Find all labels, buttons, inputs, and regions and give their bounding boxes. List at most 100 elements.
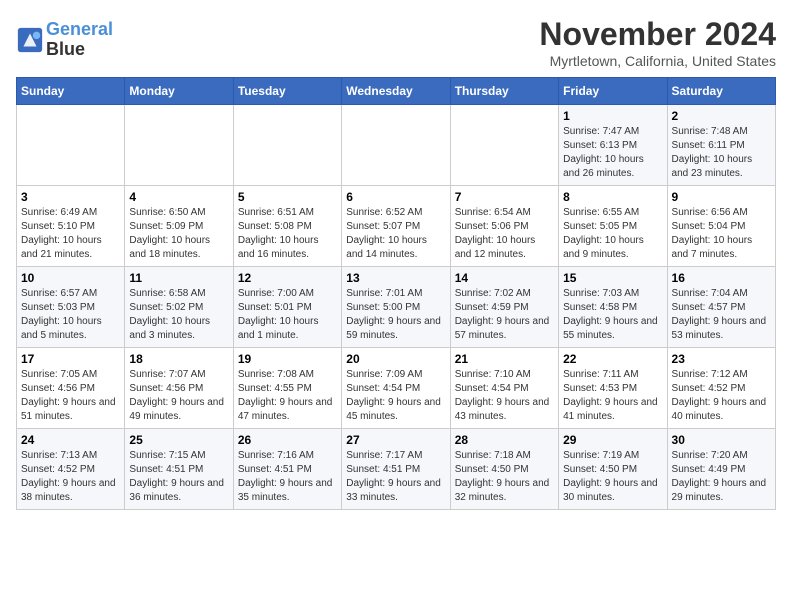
calendar-day-cell: 8Sunrise: 6:55 AM Sunset: 5:05 PM Daylig… xyxy=(559,186,667,267)
calendar-day-cell: 28 Sunrise: 7:18 AM Sunset: 4:50 PM Dayli… xyxy=(450,429,558,510)
day-number: 2 xyxy=(672,109,771,123)
day-info: Sunrise: 7:19 AM Sunset: 4:50 PM Dayligh… xyxy=(563,449,662,505)
day-info: Sunrise: 7:12 AM Sunset: 4:52 PM Dayligh… xyxy=(672,368,771,424)
calendar-day-cell: 24 Sunrise: 7:13 AM Sunset: 4:52 PM Dayli… xyxy=(17,429,125,510)
calendar-week-row: 1Sunrise: 7:47 AM Sunset: 6:13 PM Daylig… xyxy=(17,105,776,186)
calendar-week-row: 17Sunrise: 7:05 AM Sunset: 4:56 PM Dayli… xyxy=(17,348,776,429)
day-info: Sunrise: 6:54 AM Sunset: 5:06 PM Dayligh… xyxy=(455,206,554,262)
day-info: Sunrise: 7:10 AM Sunset: 4:54 PM Dayligh… xyxy=(455,368,554,424)
calendar-day-cell: 27 Sunrise: 7:17 AM Sunset: 4:51 PM Dayli… xyxy=(342,429,450,510)
calendar-body: 1Sunrise: 7:47 AM Sunset: 6:13 PM Daylig… xyxy=(17,105,776,510)
calendar-day-cell: 14 Sunrise: 7:02 AM Sunset: 4:59 PM Dayli… xyxy=(450,267,558,348)
day-info: Sunrise: 6:55 AM Sunset: 5:05 PM Dayligh… xyxy=(563,206,662,262)
day-info: Sunrise: 7:09 AM Sunset: 4:54 PM Dayligh… xyxy=(346,368,445,424)
calendar-day-cell: 29 Sunrise: 7:19 AM Sunset: 4:50 PM Dayli… xyxy=(559,429,667,510)
day-info: Sunrise: 7:01 AM Sunset: 5:00 PM Dayligh… xyxy=(346,287,445,343)
day-number: 14 xyxy=(455,271,554,285)
calendar-day-cell: 19Sunrise: 7:08 AM Sunset: 4:55 PM Dayli… xyxy=(233,348,341,429)
calendar-day-cell: 18 Sunrise: 7:07 AM Sunset: 4:56 PM Dayli… xyxy=(125,348,233,429)
calendar-day-cell: 23Sunrise: 7:12 AM Sunset: 4:52 PM Dayli… xyxy=(667,348,775,429)
calendar-day-cell: 21 Sunrise: 7:10 AM Sunset: 4:54 PM Dayli… xyxy=(450,348,558,429)
day-number: 28 xyxy=(455,433,554,447)
day-info: Sunrise: 7:15 AM Sunset: 4:51 PM Dayligh… xyxy=(129,449,228,505)
day-of-week-header: Thursday xyxy=(450,78,558,105)
calendar-day-cell: 12 Sunrise: 7:00 AM Sunset: 5:01 PM Dayli… xyxy=(233,267,341,348)
day-number: 12 xyxy=(238,271,337,285)
calendar-day-cell xyxy=(125,105,233,186)
day-number: 20 xyxy=(346,352,445,366)
day-number: 17 xyxy=(21,352,120,366)
day-info: Sunrise: 7:07 AM Sunset: 4:56 PM Dayligh… xyxy=(129,368,228,424)
day-number: 6 xyxy=(346,190,445,204)
day-number: 9 xyxy=(672,190,771,204)
logo-icon xyxy=(16,26,44,54)
day-number: 1 xyxy=(563,109,662,123)
calendar-day-cell: 13Sunrise: 7:01 AM Sunset: 5:00 PM Dayli… xyxy=(342,267,450,348)
day-info: Sunrise: 6:52 AM Sunset: 5:07 PM Dayligh… xyxy=(346,206,445,262)
calendar-day-cell: 9 Sunrise: 6:56 AM Sunset: 5:04 PM Daylig… xyxy=(667,186,775,267)
calendar-day-cell: 16 Sunrise: 7:04 AM Sunset: 4:57 PM Dayli… xyxy=(667,267,775,348)
calendar-day-cell: 6 Sunrise: 6:52 AM Sunset: 5:07 PM Daylig… xyxy=(342,186,450,267)
calendar-header-row: SundayMondayTuesdayWednesdayThursdayFrid… xyxy=(17,78,776,105)
day-number: 18 xyxy=(129,352,228,366)
calendar-day-cell: 4 Sunrise: 6:50 AM Sunset: 5:09 PM Daylig… xyxy=(125,186,233,267)
day-info: Sunrise: 6:51 AM Sunset: 5:08 PM Dayligh… xyxy=(238,206,337,262)
day-info: Sunrise: 7:16 AM Sunset: 4:51 PM Dayligh… xyxy=(238,449,337,505)
day-number: 5 xyxy=(238,190,337,204)
day-info: Sunrise: 6:56 AM Sunset: 5:04 PM Dayligh… xyxy=(672,206,771,262)
day-number: 25 xyxy=(129,433,228,447)
calendar-day-cell: 5 Sunrise: 6:51 AM Sunset: 5:08 PM Daylig… xyxy=(233,186,341,267)
calendar-day-cell: 10Sunrise: 6:57 AM Sunset: 5:03 PM Dayli… xyxy=(17,267,125,348)
location: Myrtletown, California, United States xyxy=(539,53,776,69)
calendar-week-row: 24 Sunrise: 7:13 AM Sunset: 4:52 PM Dayli… xyxy=(17,429,776,510)
calendar-day-cell xyxy=(233,105,341,186)
calendar-day-cell: 17Sunrise: 7:05 AM Sunset: 4:56 PM Dayli… xyxy=(17,348,125,429)
day-number: 16 xyxy=(672,271,771,285)
day-of-week-header: Sunday xyxy=(17,78,125,105)
page-header: GeneralBlue November 2024 Myrtletown, Ca… xyxy=(16,16,776,69)
day-info: Sunrise: 7:17 AM Sunset: 4:51 PM Dayligh… xyxy=(346,449,445,505)
calendar-day-cell: 30Sunrise: 7:20 AM Sunset: 4:49 PM Dayli… xyxy=(667,429,775,510)
calendar-day-cell: 26 Sunrise: 7:16 AM Sunset: 4:51 PM Dayli… xyxy=(233,429,341,510)
day-number: 24 xyxy=(21,433,120,447)
day-info: Sunrise: 6:49 AM Sunset: 5:10 PM Dayligh… xyxy=(21,206,120,262)
day-of-week-header: Tuesday xyxy=(233,78,341,105)
calendar-day-cell xyxy=(17,105,125,186)
calendar-day-cell: 11 Sunrise: 6:58 AM Sunset: 5:02 PM Dayli… xyxy=(125,267,233,348)
calendar-week-row: 10Sunrise: 6:57 AM Sunset: 5:03 PM Dayli… xyxy=(17,267,776,348)
calendar-day-cell: 15 Sunrise: 7:03 AM Sunset: 4:58 PM Dayli… xyxy=(559,267,667,348)
calendar-day-cell: 22 Sunrise: 7:11 AM Sunset: 4:53 PM Dayli… xyxy=(559,348,667,429)
calendar-day-cell: 25 Sunrise: 7:15 AM Sunset: 4:51 PM Dayli… xyxy=(125,429,233,510)
day-number: 15 xyxy=(563,271,662,285)
calendar-week-row: 3Sunrise: 6:49 AM Sunset: 5:10 PM Daylig… xyxy=(17,186,776,267)
day-number: 10 xyxy=(21,271,120,285)
logo-text: GeneralBlue xyxy=(46,20,113,60)
day-number: 26 xyxy=(238,433,337,447)
day-number: 27 xyxy=(346,433,445,447)
day-number: 30 xyxy=(672,433,771,447)
day-info: Sunrise: 7:04 AM Sunset: 4:57 PM Dayligh… xyxy=(672,287,771,343)
calendar-day-cell: 7 Sunrise: 6:54 AM Sunset: 5:06 PM Daylig… xyxy=(450,186,558,267)
day-number: 7 xyxy=(455,190,554,204)
calendar-table: SundayMondayTuesdayWednesdayThursdayFrid… xyxy=(16,77,776,510)
day-info: Sunrise: 7:00 AM Sunset: 5:01 PM Dayligh… xyxy=(238,287,337,343)
calendar-day-cell: 2Sunrise: 7:48 AM Sunset: 6:11 PM Daylig… xyxy=(667,105,775,186)
day-of-week-header: Wednesday xyxy=(342,78,450,105)
calendar-day-cell: 3Sunrise: 6:49 AM Sunset: 5:10 PM Daylig… xyxy=(17,186,125,267)
day-info: Sunrise: 6:58 AM Sunset: 5:02 PM Dayligh… xyxy=(129,287,228,343)
title-area: November 2024 Myrtletown, California, Un… xyxy=(539,16,776,69)
day-number: 11 xyxy=(129,271,228,285)
day-info: Sunrise: 7:13 AM Sunset: 4:52 PM Dayligh… xyxy=(21,449,120,505)
day-info: Sunrise: 7:02 AM Sunset: 4:59 PM Dayligh… xyxy=(455,287,554,343)
day-number: 4 xyxy=(129,190,228,204)
day-number: 22 xyxy=(563,352,662,366)
day-info: Sunrise: 6:50 AM Sunset: 5:09 PM Dayligh… xyxy=(129,206,228,262)
calendar-day-cell xyxy=(342,105,450,186)
day-info: Sunrise: 7:03 AM Sunset: 4:58 PM Dayligh… xyxy=(563,287,662,343)
day-number: 29 xyxy=(563,433,662,447)
day-info: Sunrise: 7:18 AM Sunset: 4:50 PM Dayligh… xyxy=(455,449,554,505)
day-number: 19 xyxy=(238,352,337,366)
day-number: 21 xyxy=(455,352,554,366)
logo: GeneralBlue xyxy=(16,20,113,60)
day-info: Sunrise: 7:11 AM Sunset: 4:53 PM Dayligh… xyxy=(563,368,662,424)
